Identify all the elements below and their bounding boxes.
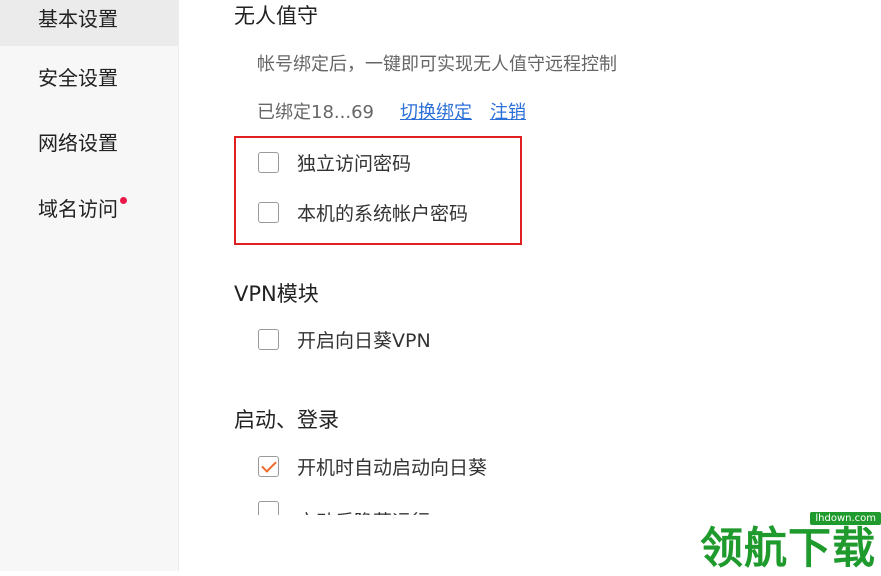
sidebar-item-security-settings[interactable]: 安全设置 [0,51,178,105]
option-enable-vpn[interactable]: 开启向日葵VPN [258,326,431,352]
checkbox-label: 独立访问密码 [297,152,412,175]
checkbox-label: 开启向日葵VPN [297,329,431,352]
option-auto-start[interactable]: 开机时自动启动向日葵 [258,453,487,479]
section-title-unattended: 无人值守 [234,4,318,28]
sidebar-item-label: 网络设置 [38,131,118,155]
checkbox-label: 开机时自动启动向日葵 [297,456,488,479]
sidebar-item-label: 基本设置 [38,7,118,31]
sidebar-item-domain-access[interactable]: 域名访问 [0,182,178,236]
checkbox-label: 本机的系统帐户密码 [297,202,469,225]
checkbox-label: 启动后隐藏运行 [297,507,430,515]
option-hide-after-start[interactable]: 启动后隐藏运行 [258,501,430,515]
checkbox-hide-after-start[interactable] [258,501,279,515]
sidebar-item-basic-settings[interactable]: 基本设置 [0,0,178,46]
bound-account-text: 已绑定18...69 [257,102,374,123]
logout-link[interactable]: 注销 [490,102,526,123]
unattended-description: 帐号绑定后，一键即可实现无人值守远程控制 [257,54,617,75]
checkbox-system-account-password[interactable] [258,201,279,223]
settings-panel: 无人值守 帐号绑定后，一键即可实现无人值守远程控制 已绑定18...69 切换绑定… [178,0,881,571]
section-title-vpn: VPN模块 [234,282,319,306]
sidebar-item-network-settings[interactable]: 网络设置 [0,116,178,170]
watermark-logo: 领航下载 lhdown.com [700,512,881,574]
sidebar: 基本设置 安全设置 网络设置 域名访问 [0,0,179,571]
sidebar-item-label: 域名访问 [38,197,118,221]
checkbox-enable-vpn[interactable] [258,328,279,350]
checkbox-auto-start[interactable] [258,455,279,477]
section-title-startup: 启动、登录 [234,408,339,432]
bound-account-row: 已绑定18...69 切换绑定 注销 [257,98,526,124]
watermark-site: lhdown.com [810,512,881,525]
option-independent-password[interactable]: 独立访问密码 [258,149,411,175]
checkbox-independent-password[interactable] [258,151,279,173]
sidebar-item-label: 安全设置 [38,66,118,90]
notification-dot [120,197,127,204]
option-system-account-password[interactable]: 本机的系统帐户密码 [258,199,468,225]
switch-binding-link[interactable]: 切换绑定 [400,102,472,123]
